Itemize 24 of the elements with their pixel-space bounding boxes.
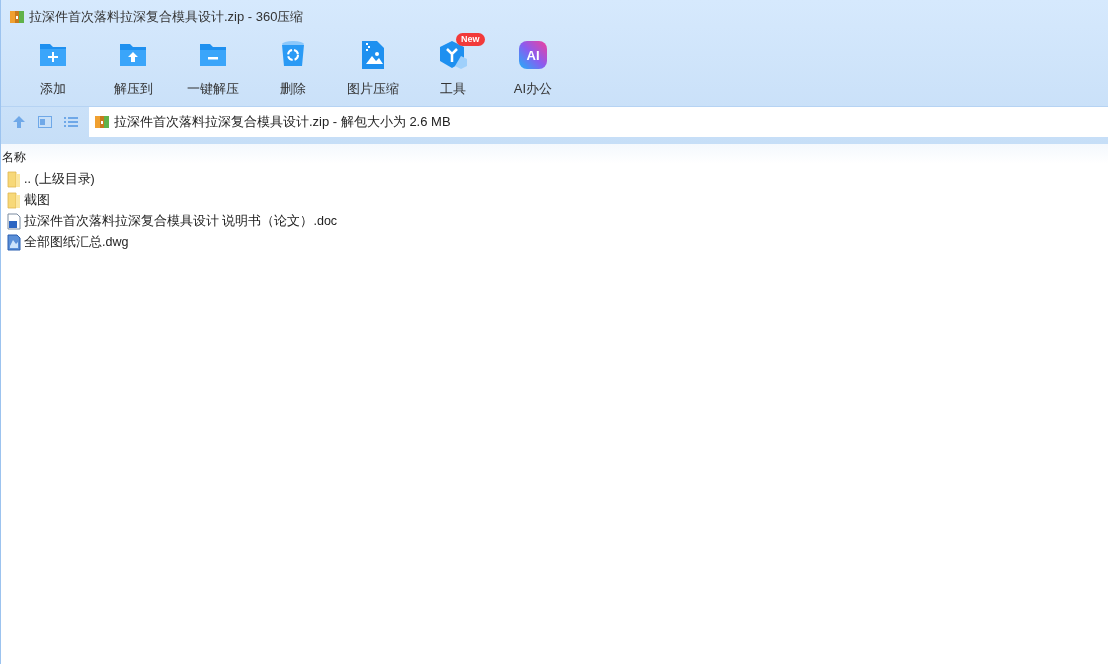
file-name[interactable]: .. (上级目录) [24, 170, 95, 189]
drawing-file-icon [6, 234, 22, 251]
file-name[interactable]: 全部图纸汇总.dwg [24, 233, 129, 252]
toolbar-button[interactable]: 删除 [253, 33, 333, 106]
folder-icon [6, 192, 22, 209]
ai-app-icon: AI [517, 39, 549, 71]
archive-icon [9, 8, 25, 25]
file-name[interactable]: 拉深件首次落料拉深复合模具设计 说明书（论文）.doc [24, 212, 338, 231]
toolbar-button[interactable]: 一键解压 [173, 33, 253, 106]
toolbar-button[interactable]: 添加 [13, 33, 93, 106]
column-header[interactable]: 名称 [2, 150, 26, 164]
new-badge: New [456, 33, 485, 46]
up-arrow-icon[interactable] [11, 113, 27, 130]
archive-icon [94, 113, 110, 130]
folder-icon [6, 171, 22, 188]
word-document-icon [6, 213, 22, 230]
file-name[interactable]: 截图 [24, 191, 50, 210]
window-title: 拉深件首次落料拉深复合模具设计.zip - 360压缩 [29, 7, 304, 26]
toolbar-button[interactable]: New 工具 [413, 33, 493, 106]
toolbar-button[interactable]: 图片压缩 [333, 33, 413, 106]
toolbar-button[interactable]: 解压到 [93, 33, 173, 106]
toolbar-button[interactable]: AI AI办公 [493, 33, 573, 106]
address-bar[interactable]: 拉深件首次落料拉深复合模具设计.zip - 解包大小为 2.6 MB [89, 106, 1108, 137]
window-view-icon[interactable] [37, 113, 53, 130]
